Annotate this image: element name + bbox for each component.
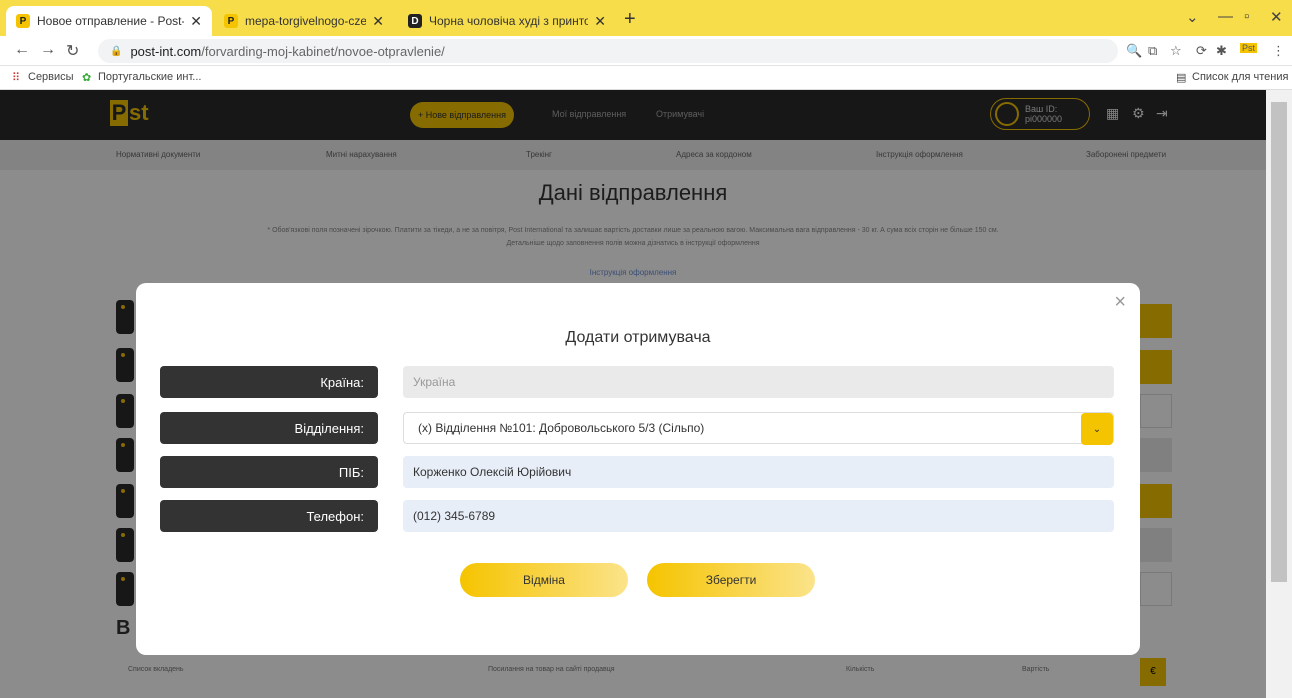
leaf-icon: ✿ (82, 72, 92, 84)
close-icon[interactable]: ✕ (372, 13, 384, 30)
phone-field[interactable]: (012) 345-6789 (403, 500, 1114, 532)
d-favicon-icon: D (408, 14, 422, 28)
close-icon[interactable]: ✕ (594, 13, 606, 30)
maximize-icon[interactable]: ▫ (1244, 8, 1249, 25)
tab-title: Новое отправление - Post-inter (37, 14, 185, 28)
reading-list[interactable]: Список для чтения (1192, 71, 1288, 83)
tab-title: mepa-torgivelnogo-czentru-1.p (245, 14, 367, 28)
post-extension-icon[interactable]: Pst (1240, 43, 1258, 53)
post-favicon-icon: P (224, 14, 238, 28)
close-icon[interactable]: ✕ (190, 13, 202, 30)
tab-map[interactable]: P mepa-torgivelnogo-czentru-1.p ✕ (214, 6, 394, 36)
menu-icon[interactable]: ⋮ (1272, 43, 1285, 59)
phone-label: Телефон: (160, 500, 378, 532)
apps-icon[interactable]: ⠿ (12, 71, 20, 84)
modal-title: Додати отримувача (565, 329, 711, 346)
star-icon[interactable]: ☆ (1170, 43, 1182, 59)
tab-hoodie[interactable]: D Чорна чоловіча худі з принтом ✕ (398, 6, 616, 36)
forward-icon[interactable]: → (40, 41, 56, 59)
window-close-icon[interactable]: ✕ (1270, 8, 1283, 26)
tab-search-chevron-icon[interactable]: ⌄ (1186, 8, 1199, 26)
add-recipient-modal: × Додати отримувача Країна: Україна Відд… (136, 283, 1140, 655)
zoom-icon[interactable]: 🔍 (1126, 43, 1142, 59)
url-field[interactable]: 🔒 post-int.com/forvarding-moj-kabinet/no… (98, 39, 1118, 63)
country-label: Країна: (160, 366, 378, 398)
name-label: ПІБ: (160, 456, 378, 488)
name-field[interactable]: Корженко Олексій Юрійович (403, 456, 1114, 488)
share-icon[interactable]: ⧉ (1148, 43, 1157, 59)
country-field[interactable]: Україна (403, 366, 1114, 398)
browser-tab-bar: P Новое отправление - Post-inter ✕ P mep… (0, 0, 1292, 36)
chevron-down-icon[interactable]: ⌄ (1081, 413, 1113, 445)
post-favicon-icon: P (16, 14, 30, 28)
save-button[interactable]: Зберегти (647, 563, 815, 597)
close-icon[interactable]: × (1114, 291, 1126, 314)
branch-value: (х) Відділення №101: Добровольського 5/3… (418, 421, 705, 435)
bookmarks-bar: ⠿ Сервисы ✿ Португальские инт... ▤ Списо… (0, 66, 1292, 90)
cancel-button[interactable]: Відміна (460, 563, 628, 597)
back-icon[interactable]: ← (14, 41, 30, 59)
scrollbar-thumb[interactable] (1271, 102, 1287, 582)
new-tab-plus-icon[interactable]: + (624, 8, 636, 31)
tab-new-shipment[interactable]: P Новое отправление - Post-inter ✕ (6, 6, 212, 36)
url-path: /forvarding-moj-kabinet/novoe-otpravleni… (201, 43, 445, 59)
bookmark-services[interactable]: Сервисы (28, 71, 74, 83)
branch-select[interactable]: (х) Відділення №101: Добровольського 5/3… (403, 412, 1114, 445)
branch-label: Відділення: (160, 412, 378, 444)
extension-icon[interactable]: ⟳ (1196, 43, 1207, 59)
tab-title: Чорна чоловіча худі з принтом (429, 14, 589, 28)
page-scrollbar[interactable] (1266, 90, 1292, 698)
lock-icon: 🔒 (110, 45, 123, 57)
url-host: post-int.com (130, 43, 202, 59)
reading-list-icon[interactable]: ▤ (1176, 71, 1186, 84)
reload-icon[interactable]: ↻ (66, 41, 79, 61)
puzzle-icon[interactable]: ✱ (1216, 43, 1227, 59)
minimize-icon[interactable]: — (1218, 8, 1233, 25)
address-bar-row: ← → ↻ 🔒 post-int.com/forvarding-moj-kabi… (0, 36, 1292, 66)
bookmark-portugal[interactable]: Португальские инт... (98, 71, 201, 83)
